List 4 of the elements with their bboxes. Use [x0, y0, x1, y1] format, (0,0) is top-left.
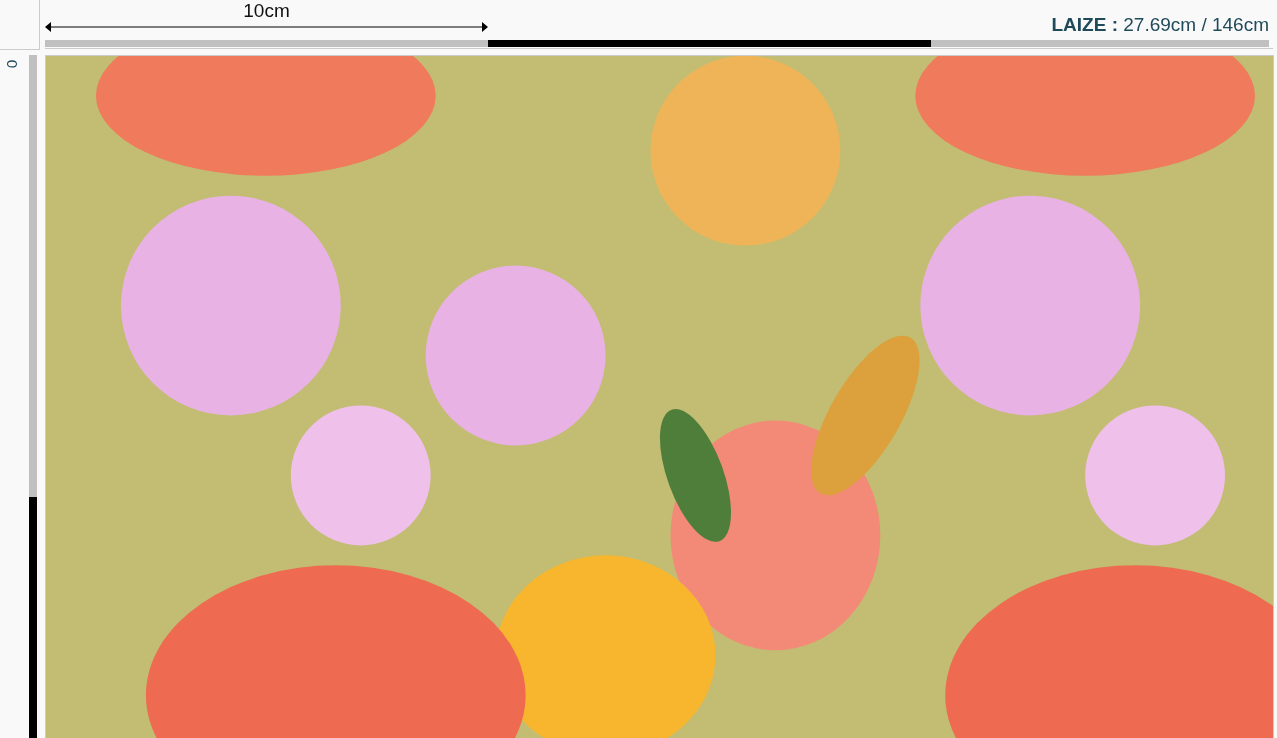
- laize-text: LAIZE : 27.69cm / 146cm: [1051, 14, 1269, 36]
- ruler-corner: [0, 0, 40, 50]
- ruler-label: 10cm: [243, 0, 290, 22]
- ruler-label: 0: [5, 58, 19, 71]
